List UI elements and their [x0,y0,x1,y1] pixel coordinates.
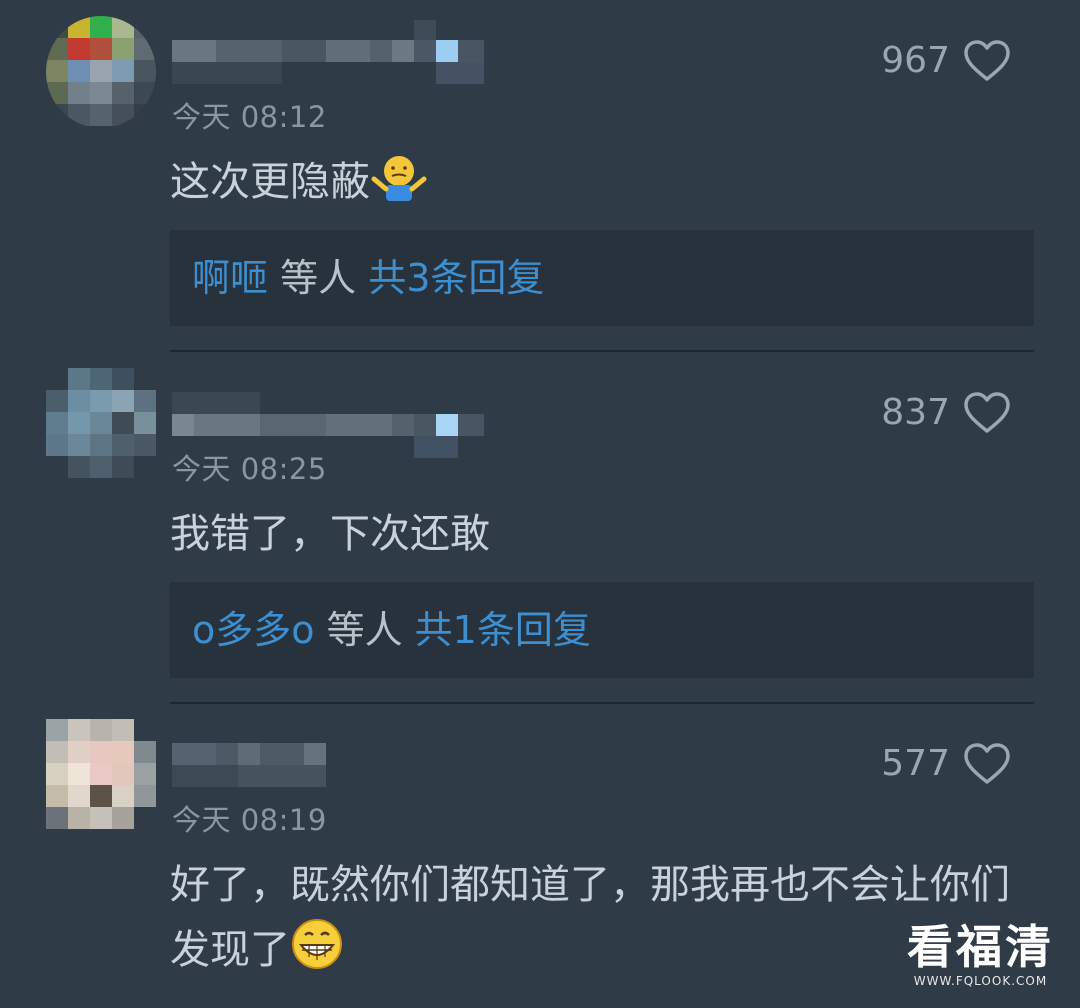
grin-emoji-icon [290,917,344,990]
reply-count-link[interactable]: 共1条回复 [415,608,591,652]
like-count: 837 [881,392,950,433]
comment-time: 今天 08:25 [172,452,327,486]
comment-text: 好了，既然你们都知道了，那我再也不会让你们发现了 [170,853,1020,990]
comment-text-body: 这次更隐蔽 [170,159,370,205]
heart-icon[interactable] [964,392,1010,434]
like-count: 577 [881,743,950,784]
reply-summary[interactable]: 啊咂 等人 共3条回复 [170,230,1034,326]
reply-user-names[interactable]: 啊咂 [192,256,268,300]
heart-icon[interactable] [964,40,1010,82]
divider [170,350,1034,352]
reply-summary[interactable]: o多多o 等人 共1条回复 [170,582,1034,678]
avatar[interactable] [46,16,156,128]
comment-time: 今天 08:19 [172,803,327,837]
shrug-emoji-icon [370,153,428,222]
watermark-url: WWW.FQLOOK.COM [913,974,1048,988]
username-blurred[interactable] [172,723,484,789]
reply-count-link[interactable]: 共3条回复 [368,256,544,300]
reply-mid-text: 等人 [314,608,415,652]
comment-text: 我错了，下次还敢 [170,511,490,557]
username-blurred[interactable] [172,20,484,86]
username-blurred[interactable] [172,372,484,458]
comment-time: 今天 08:12 [172,100,327,134]
avatar[interactable] [46,719,156,831]
watermark: 看福清 WWW.FQLOOK.COM [907,920,1054,988]
comment-text: 这次更隐蔽 [170,150,1030,222]
divider [170,702,1034,704]
like-count: 967 [881,40,950,81]
reply-user-names[interactable]: o多多o [192,608,315,652]
heart-icon[interactable] [964,743,1010,785]
watermark-title: 看福清 [907,920,1054,974]
reply-mid-text: 等人 [268,256,369,300]
avatar[interactable] [46,368,156,480]
